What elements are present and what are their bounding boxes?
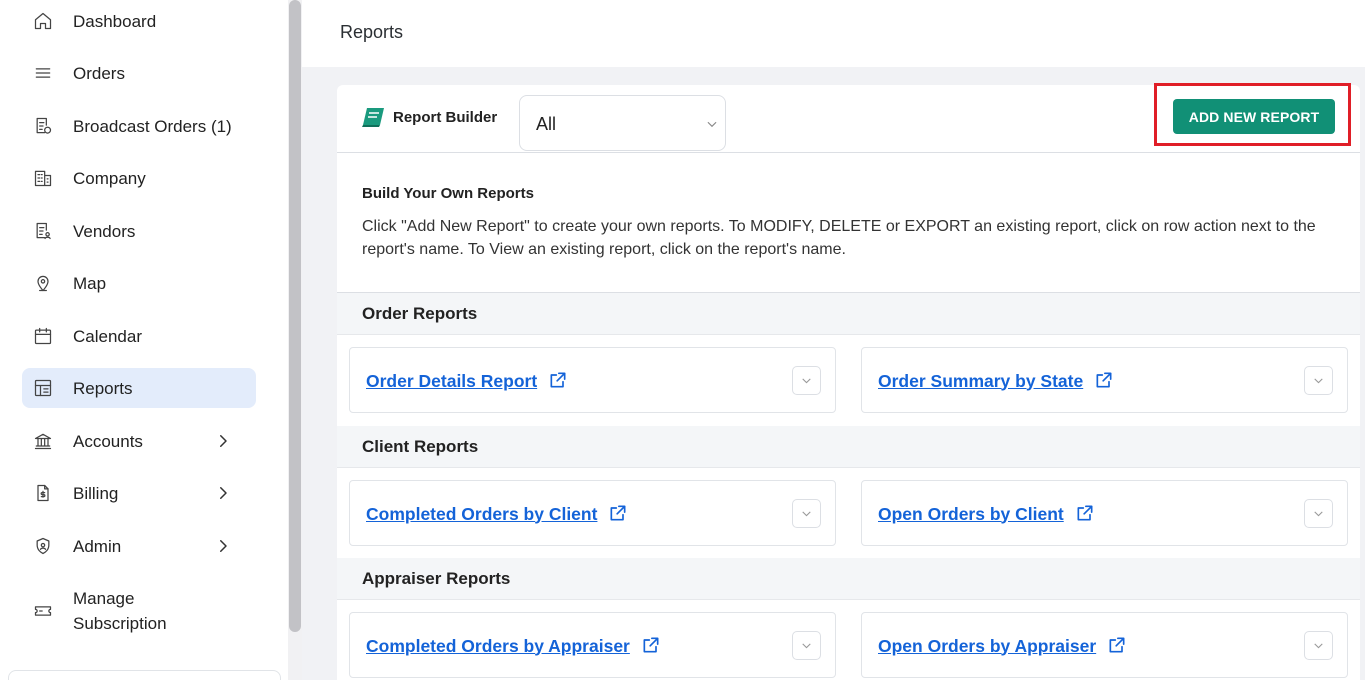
sidebar-item-label: Calendar [73,326,142,346]
sidebar-item-label: Map [73,273,107,293]
chevron-down-icon [802,511,811,517]
sidebar-item-label: Broadcast Orders (1) [73,116,232,136]
sidebar-item-label: Dashboard [73,11,157,31]
report-link[interactable]: Order Summary by State [878,370,1116,392]
report-link[interactable]: Open Orders by Client [878,503,1097,525]
section-header-client-reports: Client Reports [337,426,1360,468]
intro-text: Click "Add New Report" to create your ow… [362,218,1316,258]
chevron-down-icon [1314,378,1323,384]
row-action-dropdown[interactable] [1304,631,1333,660]
section-header-appraiser-reports: Appraiser Reports [337,558,1360,600]
external-link-icon[interactable] [608,503,630,525]
external-link-icon[interactable] [1107,635,1129,657]
filter-selected-value: All [536,114,557,134]
report-builder-label: Report Builder [393,109,498,126]
report-link[interactable]: Order Details Report [366,370,570,392]
section-title: Client Reports [362,437,479,456]
intro-section: Build Your Own Reports Click "Add New Re… [337,153,1360,293]
report-link[interactable]: Completed Orders by Appraiser [366,635,663,657]
sidebar-item-broadcast-orders[interactable]: Broadcast Orders (1) [22,106,256,146]
sidebar-item-map[interactable]: Map [22,263,256,303]
sidebar-item-label: Company [73,168,146,188]
chevron-down-icon [802,643,811,649]
card-header: Report Builder All ADD NEW REPORT [337,85,1360,153]
sidebar-scrollbar-thumb[interactable] [289,0,301,632]
page-title: Reports [340,22,404,42]
intro-title: Build Your Own Reports [362,185,534,202]
sidebar-item-dashboard[interactable]: Dashboard [22,1,256,41]
sidebar-item-label: Admin [73,536,122,556]
report-tile: Open Orders by Client [861,480,1348,546]
reports-card: Report Builder All ADD NEW REPORT Build … [337,85,1360,680]
section-title: Appraiser Reports [362,569,511,588]
sidebar-item-manage-subscription[interactable]: Manage Subscription [22,586,256,636]
chevron-down-icon [1314,643,1323,649]
row-action-dropdown[interactable] [1304,366,1333,395]
shield-icon [32,535,54,557]
sidebar-item-accounts[interactable]: Accounts [22,421,256,461]
broadcast-doc-icon [32,115,54,137]
list-icon [32,62,54,84]
sidebar-footer-card [8,670,281,680]
book-icon [361,106,387,128]
row-action-dropdown[interactable] [792,366,821,395]
sidebar-item-admin[interactable]: Admin [22,526,256,566]
topbar: Reports [302,0,1365,67]
sidebar-item-calendar[interactable]: Calendar [22,316,256,356]
billing-icon [32,482,54,504]
sidebar-item-label: Manage Subscription [73,589,167,633]
sidebar-item-label: Vendors [73,221,136,241]
sidebar-item-company[interactable]: Company [22,158,256,198]
sidebar-item-vendors[interactable]: Vendors [22,211,256,251]
chevron-right-icon [214,484,232,502]
sidebar: Dashboard Orders Broadcast Orders (1) Co… [0,0,288,680]
section-title: Order Reports [362,304,478,323]
sidebar-item-reports[interactable]: Reports [22,368,256,408]
chevron-right-icon [214,537,232,555]
report-tile: Order Details Report [349,347,836,413]
report-tile: Order Summary by State [861,347,1348,413]
sidebar-item-label: Accounts [73,431,143,451]
bank-icon [32,430,54,452]
home-icon [32,10,54,32]
external-link-icon[interactable] [548,370,570,392]
calendar-icon [32,325,54,347]
chevron-right-icon [214,432,232,450]
chevron-down-icon [705,117,719,131]
external-link-icon[interactable] [1075,503,1097,525]
chevron-down-icon [802,378,811,384]
row-action-dropdown[interactable] [792,631,821,660]
section-header-order-reports: Order Reports [337,293,1360,335]
add-new-report-button[interactable]: ADD NEW REPORT [1173,99,1335,134]
external-link-icon[interactable] [1094,370,1116,392]
report-link[interactable]: Open Orders by Appraiser [878,635,1129,657]
sidebar-item-label: Reports [73,378,133,398]
vendor-doc-icon [32,220,54,242]
ticket-icon [32,600,54,622]
sidebar-item-label: Orders [73,63,125,83]
report-link[interactable]: Completed Orders by Client [366,503,630,525]
sidebar-item-label: Billing [73,483,119,503]
sidebar-item-billing[interactable]: Billing [22,473,256,513]
chevron-down-icon [1314,511,1323,517]
reports-icon [32,377,54,399]
sidebar-item-orders[interactable]: Orders [22,53,256,93]
report-tile: Open Orders by Appraiser [861,612,1348,678]
building-icon [32,167,54,189]
row-action-dropdown[interactable] [792,499,821,528]
row-action-dropdown[interactable] [1304,499,1333,528]
report-tile: Completed Orders by Client [349,480,836,546]
report-tile: Completed Orders by Appraiser [349,612,836,678]
report-filter-select[interactable]: All [519,95,726,151]
map-pin-icon [32,272,54,294]
app-root: Dashboard Orders Broadcast Orders (1) Co… [0,0,1365,680]
external-link-icon[interactable] [641,635,663,657]
